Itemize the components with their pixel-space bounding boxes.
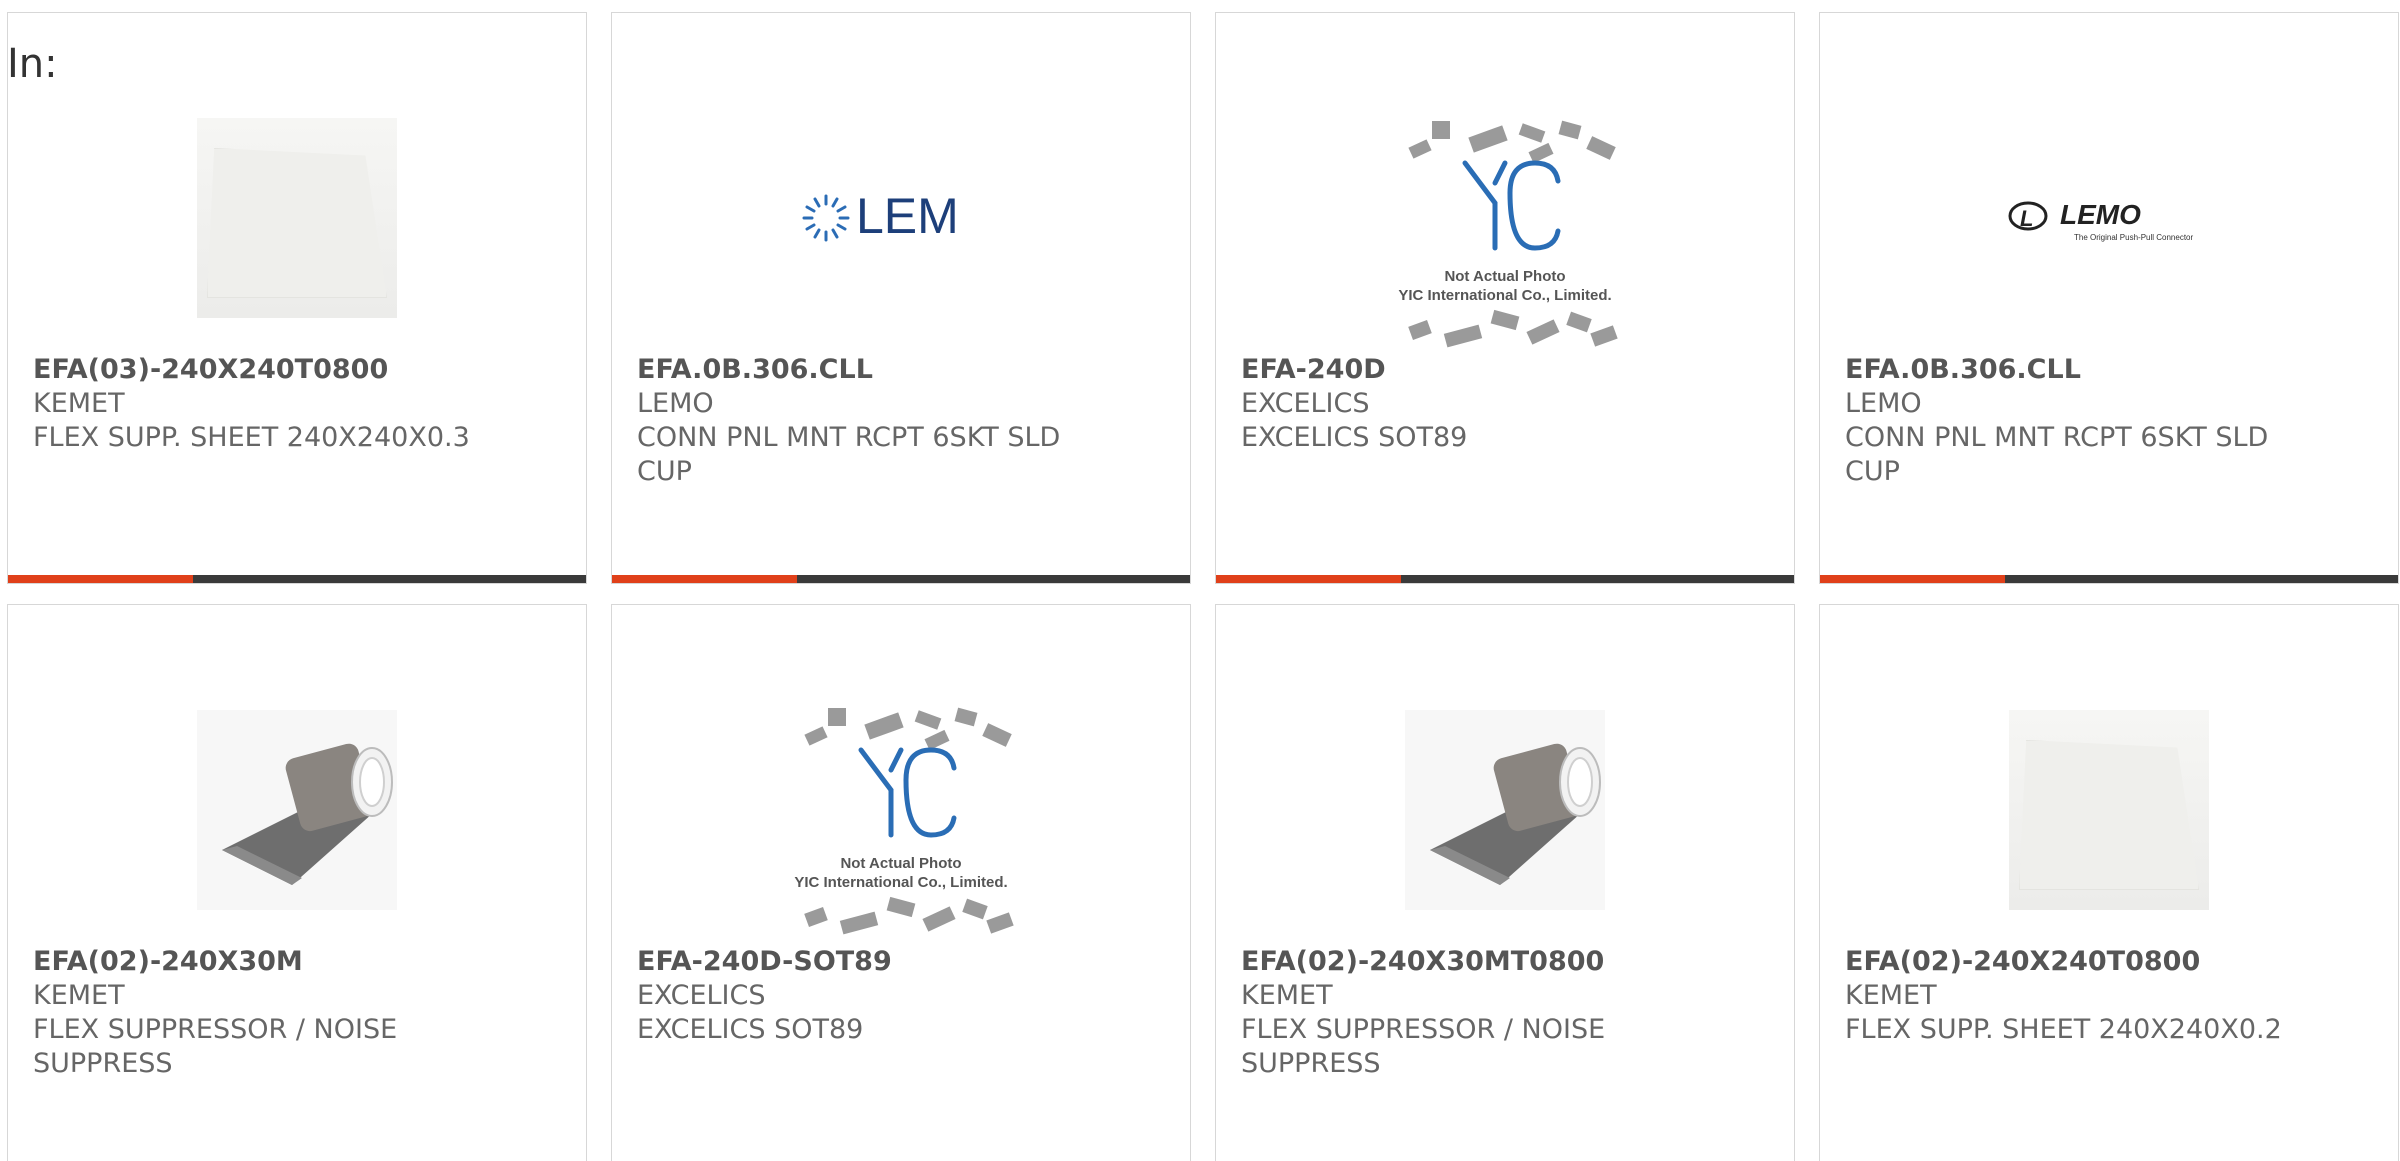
description: CONN PNL MNT RCPT 6SKT SLD CUP xyxy=(637,422,1061,487)
manufacturer: KEMET xyxy=(1845,980,1937,1011)
part-number[interactable]: EFA(03)-240X240T0800 xyxy=(33,353,473,387)
product-card[interactable]: EFA(03)-240X240T0800 KEMET FLEX SUPP. SH… xyxy=(7,12,587,584)
part-number[interactable]: EFA(02)-240X30MT0800 xyxy=(1241,945,1681,979)
svg-text:LEMO: LEMO xyxy=(2060,199,2141,230)
product-image[interactable]: LEM xyxy=(766,83,1036,353)
svg-text:YIC International Co., Limited: YIC International Co., Limited. xyxy=(794,874,1007,891)
svg-text:The Original Push-Pull Connect: The Original Push-Pull Connector xyxy=(2074,233,2194,242)
product-info: EFA.0B.306.CLL LEMO CONN PNL MNT RCPT 6S… xyxy=(637,353,1077,489)
manufacturer: EXCELICS xyxy=(637,980,766,1011)
description: FLEX SUPPRESSOR / NOISE SUPPRESS xyxy=(1241,1014,1606,1079)
roll-icon xyxy=(197,710,397,910)
product-card[interactable]: EFA(02)-240X30M KEMET FLEX SUPPRESSOR / … xyxy=(7,604,587,1161)
description: EXCELICS SOT89 xyxy=(637,1014,864,1045)
product-info: EFA.0B.306.CLL LEMO CONN PNL MNT RCPT 6S… xyxy=(1845,353,2285,489)
manufacturer: LEMO xyxy=(637,388,714,419)
product-image[interactable] xyxy=(1370,675,1640,945)
part-number[interactable]: EFA-240D xyxy=(1241,353,1681,387)
part-number[interactable]: EFA.0B.306.CLL xyxy=(1845,353,2285,387)
product-image[interactable]: Not Actual Photo YIC International Co., … xyxy=(1370,103,1640,363)
product-card[interactable]: L LEMO The Original Push-Pull Connector … xyxy=(1819,12,2399,584)
card-accent-bar xyxy=(8,575,586,583)
svg-text:Not Actual Photo: Not Actual Photo xyxy=(840,855,961,872)
description: FLEX SUPP. SHEET 240X240X0.3 xyxy=(33,422,470,453)
product-card[interactable]: EFA(02)-240X30MT0800 KEMET FLEX SUPPRESS… xyxy=(1215,604,1795,1161)
description: CONN PNL MNT RCPT 6SKT SLD CUP xyxy=(1845,422,2269,487)
card-accent-bar xyxy=(612,575,1190,583)
product-info: EFA(02)-240X30M KEMET FLEX SUPPRESSOR / … xyxy=(33,945,473,1081)
product-image[interactable]: L LEMO The Original Push-Pull Connector xyxy=(1974,83,2244,353)
card-accent-bar xyxy=(1216,575,1794,583)
product-listing-page: In: EFA(03)-240X240T0800 KEMET FLEX SUPP… xyxy=(0,0,2400,1161)
part-number[interactable]: EFA.0B.306.CLL xyxy=(637,353,1077,387)
card-accent-bar xyxy=(1820,575,2398,583)
product-image[interactable] xyxy=(162,83,432,353)
svg-text:YIC International Co., Limited: YIC International Co., Limited. xyxy=(1398,287,1611,304)
yic-placeholder-icon: Not Actual Photo YIC International Co., … xyxy=(794,707,1014,935)
description: EXCELICS SOT89 xyxy=(1241,422,1468,453)
lem-logo-icon: LEM xyxy=(802,188,959,244)
product-info: EFA(03)-240X240T0800 KEMET FLEX SUPP. SH… xyxy=(33,353,473,455)
part-number[interactable]: EFA-240D-SOT89 xyxy=(637,945,1077,979)
manufacturer: LEMO xyxy=(1845,388,1922,419)
product-image[interactable]: Not Actual Photo YIC International Co., … xyxy=(766,690,1036,950)
sheet-icon xyxy=(2009,710,2209,910)
product-card[interactable]: LEM EFA.0B.306.CLL LEMO CONN PNL MNT RCP… xyxy=(611,12,1191,584)
svg-text:LEM: LEM xyxy=(856,188,959,244)
product-info: EFA(02)-240X30MT0800 KEMET FLEX SUPPRESS… xyxy=(1241,945,1681,1081)
svg-text:Not Actual Photo: Not Actual Photo xyxy=(1444,268,1565,285)
product-info: EFA-240D EXCELICS EXCELICS SOT89 xyxy=(1241,353,1681,455)
product-card[interactable]: Not Actual Photo YIC International Co., … xyxy=(611,604,1191,1161)
product-grid: EFA(03)-240X240T0800 KEMET FLEX SUPP. SH… xyxy=(7,12,2400,1161)
manufacturer: KEMET xyxy=(1241,980,1333,1011)
description: FLEX SUPPRESSOR / NOISE SUPPRESS xyxy=(33,1014,398,1079)
part-number[interactable]: EFA(02)-240X30M xyxy=(33,945,473,979)
description: FLEX SUPP. SHEET 240X240X0.2 xyxy=(1845,1014,2282,1045)
product-info: EFA(02)-240X240T0800 KEMET FLEX SUPP. SH… xyxy=(1845,945,2285,1047)
manufacturer: KEMET xyxy=(33,388,125,419)
in-label: In: xyxy=(7,41,58,87)
product-card[interactable]: EFA(02)-240X240T0800 KEMET FLEX SUPP. SH… xyxy=(1819,604,2399,1161)
product-image[interactable] xyxy=(162,675,432,945)
svg-text:L: L xyxy=(2020,206,2033,231)
product-card[interactable]: Not Actual Photo YIC International Co., … xyxy=(1215,12,1795,584)
manufacturer: EXCELICS xyxy=(1241,388,1370,419)
part-number[interactable]: EFA(02)-240X240T0800 xyxy=(1845,945,2285,979)
lemo-logo-icon: L LEMO The Original Push-Pull Connector xyxy=(2008,199,2194,242)
roll-icon xyxy=(1405,710,1605,910)
yic-placeholder-icon: Not Actual Photo YIC International Co., … xyxy=(1398,120,1618,348)
sheet-icon xyxy=(197,118,397,318)
product-info: EFA-240D-SOT89 EXCELICS EXCELICS SOT89 xyxy=(637,945,1077,1047)
manufacturer: KEMET xyxy=(33,980,125,1011)
product-image[interactable] xyxy=(1974,675,2244,945)
